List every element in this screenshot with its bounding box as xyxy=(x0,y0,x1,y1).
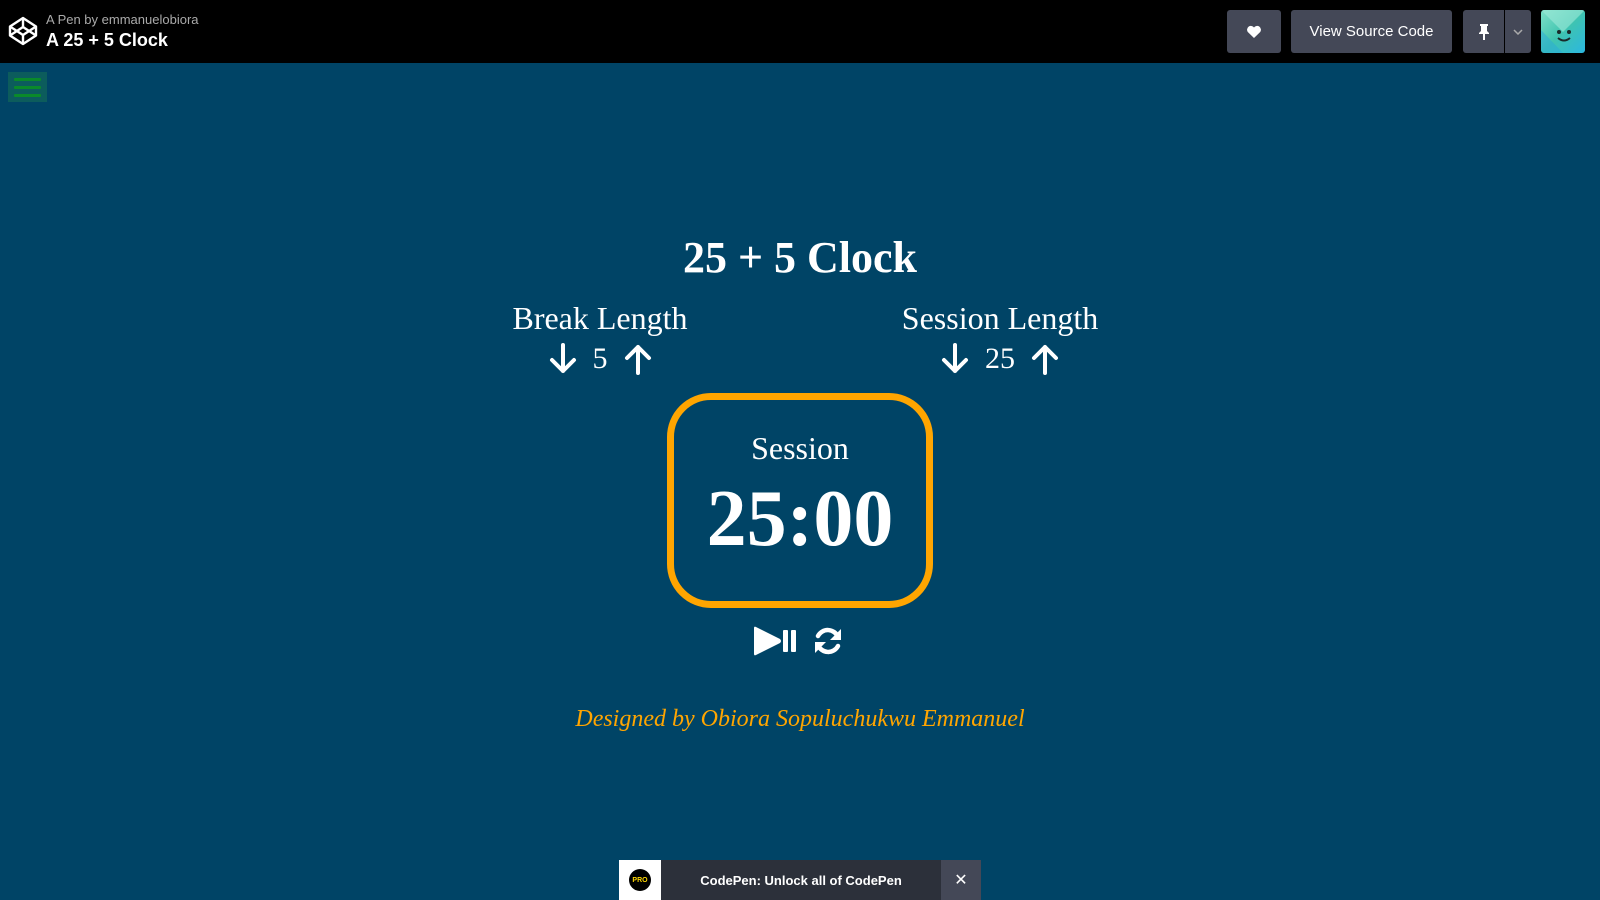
break-length-value: 5 xyxy=(592,342,608,375)
session-increment-arrow-icon[interactable] xyxy=(1031,342,1059,376)
hamburger-menu-icon[interactable] xyxy=(8,72,47,102)
codepen-logo-icon[interactable] xyxy=(7,15,39,47)
pro-badge-icon: PRO xyxy=(629,869,651,891)
view-source-button[interactable]: View Source Code xyxy=(1291,10,1452,53)
heart-icon xyxy=(1247,25,1261,38)
break-increment-arrow-icon[interactable] xyxy=(624,342,652,376)
break-length-control: Break Length 5 xyxy=(470,300,730,379)
pen-byline: A Pen by emmanuelobiora xyxy=(46,12,199,27)
time-left: 25:00 xyxy=(706,475,894,563)
clock-title: 25 + 5 Clock xyxy=(682,233,918,282)
pin-dropdown-button[interactable] xyxy=(1505,10,1531,53)
timer-label: Session xyxy=(751,430,849,466)
top-bar: A Pen by emmanuelobiora A 25 + 5 Clock V… xyxy=(0,0,1600,63)
break-label: Break Length xyxy=(512,300,688,336)
pen-title: A 25 + 5 Clock xyxy=(46,30,168,50)
session-length-value: 25 xyxy=(985,342,1015,375)
reset-refresh-icon[interactable] xyxy=(812,625,844,657)
avatar[interactable] xyxy=(1541,10,1585,53)
banner-text[interactable]: CodePen: Unlock all of CodePen xyxy=(661,873,941,888)
avatar-face-icon xyxy=(1541,10,1585,53)
pro-badge: PRO xyxy=(619,860,661,900)
pin-icon xyxy=(1478,23,1489,40)
chevron-down-icon xyxy=(1513,28,1523,35)
codepen-pro-banner[interactable]: PRO CodePen: Unlock all of CodePen ✕ xyxy=(619,860,981,900)
break-decrement-arrow-icon[interactable] xyxy=(549,342,577,376)
author-link[interactable]: emmanuelobiora xyxy=(102,12,199,27)
session-length-control: Session Length 25 xyxy=(870,300,1130,379)
pen-by-prefix: A Pen by xyxy=(46,12,99,27)
session-label: Session Length xyxy=(901,300,1099,336)
credit-text: Designed by Obiora Sopuluchukwu Emmanuel xyxy=(575,706,1025,732)
close-icon[interactable]: ✕ xyxy=(941,860,981,900)
timer-display: Session 25:00 xyxy=(667,393,933,608)
like-button[interactable] xyxy=(1227,10,1281,53)
session-decrement-arrow-icon[interactable] xyxy=(941,342,969,376)
timer-controls xyxy=(752,623,852,659)
play-pause-icon[interactable] xyxy=(752,625,798,657)
pin-button[interactable] xyxy=(1463,10,1504,53)
